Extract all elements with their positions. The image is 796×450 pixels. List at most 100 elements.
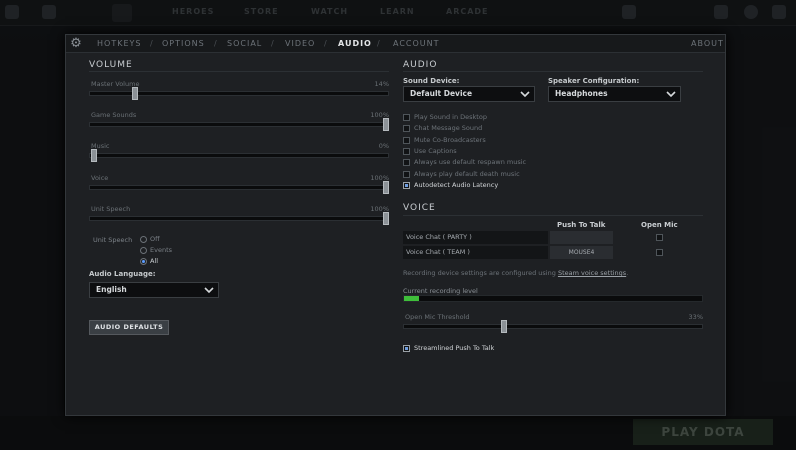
slider-value: 0% [378,142,389,150]
audio-option-label: Always use default respawn music [414,158,527,167]
volume-section-title: VOLUME [89,60,133,70]
tab-audio[interactable]: AUDIO [338,39,372,48]
volume-slider-track[interactable] [89,118,389,131]
audio-divider [403,71,703,72]
audio-section-title: AUDIO [403,60,438,70]
gear-icon[interactable]: ⚙ [69,37,83,51]
chevron-down-icon [204,287,214,294]
audio-option-label: Chat Message Sound [414,124,483,133]
tab-about[interactable]: ABOUT [691,39,724,48]
streamlined-push-to-talk-checkbox[interactable]: Streamlined Push To Talk [403,344,523,353]
sound-device-label: Sound Device: [403,77,460,85]
recording-note-end: . [626,269,629,277]
voice-section-title: VOICE [403,203,436,213]
tab-separator: / [214,39,217,48]
audio-language-dropdown[interactable]: English [89,282,219,298]
audio-option-checkbox[interactable]: Always use default respawn music [403,158,563,167]
checkbox-box [656,249,663,256]
checkbox-box [656,234,663,241]
audio-language-value: English [96,285,127,294]
recording-level-meter [403,295,703,302]
slider-value: 14% [374,80,389,88]
voice-chat-party-open-mic-checkbox[interactable] [656,233,665,242]
settings-tab-bar: ⚙ HOTKEYS / OPTIONS / SOCIAL / VIDEO / A… [66,35,725,53]
speaker-config-dropdown[interactable]: Headphones [548,86,681,102]
recording-settings-note: Recording device settings are configured… [403,269,628,277]
tab-separator: / [377,39,380,48]
tab-account[interactable]: ACCOUNT [393,39,440,48]
slider-label: Game Sounds [91,111,137,119]
volume-slider-track[interactable] [89,212,389,225]
radio-label-all: All [150,257,159,265]
audio-option-label: Mute Co-Broadcasters [414,135,486,144]
sound-device-dropdown[interactable]: Default Device [403,86,535,102]
radio-label-off: Off [150,235,160,243]
volume-slider-track[interactable] [89,87,389,100]
streamlined-push-to-talk-label: Streamlined Push To Talk [414,344,495,352]
checkbox-box [403,181,410,189]
slider-label: Unit Speech [91,205,131,213]
slider-thumb[interactable] [383,212,389,225]
audio-option-checkbox[interactable]: Chat Message Sound [403,124,563,133]
slider-thumb[interactable] [501,320,508,333]
checkbox-box [403,159,410,167]
radio-events[interactable] [140,247,147,254]
audio-option-label: Always play default death music [414,169,520,178]
volume-divider [89,71,389,72]
audio-option-label: Autodetect Audio Latency [414,180,499,189]
open-mic-threshold-slider[interactable] [403,320,703,333]
sound-device-value: Default Device [410,89,473,98]
checkbox-box [403,114,410,121]
speaker-config-label: Speaker Configuration: [548,77,640,85]
voice-divider [403,215,703,216]
voice-chat-team-label: Voice Chat ( TEAM ) [403,246,548,259]
audio-option-checkbox[interactable]: Autodetect Audio Latency [403,181,563,190]
speaker-config-value: Headphones [555,89,608,98]
open-mic-threshold-value: 33% [688,313,703,321]
audio-language-label: Audio Language: [89,270,156,278]
audio-option-checkbox[interactable]: Play Sound in Desktop [403,113,563,122]
slider-thumb[interactable] [383,118,389,131]
current-recording-level-label: Current recording level [403,287,478,295]
slider-label: Voice [91,174,109,182]
recording-note-text: Recording device settings are configured… [403,269,556,277]
checkbox-box [403,345,410,352]
voice-chat-party-keybind[interactable] [550,231,613,244]
slider-thumb[interactable] [91,149,97,162]
steam-voice-settings-link[interactable]: Steam voice settings [558,269,626,277]
tab-social[interactable]: SOCIAL [227,39,262,48]
checkbox-box [403,147,410,155]
tab-video[interactable]: VIDEO [285,39,315,48]
audio-option-checkbox[interactable]: Mute Co-Broadcasters [403,136,563,145]
audio-defaults-button[interactable]: AUDIO DEFAULTS [89,320,169,335]
radio-off[interactable] [140,236,147,243]
radio-label-events: Events [150,246,173,254]
volume-slider-track[interactable] [89,181,389,194]
tab-hotkeys[interactable]: HOTKEYS [97,39,141,48]
slider-thumb[interactable] [383,181,389,194]
tab-separator: / [271,39,274,48]
open-mic-column-header: Open Mic [641,221,678,229]
checkbox-box [403,136,410,144]
volume-slider-track[interactable] [89,149,389,162]
push-to-talk-column-header: Push To Talk [557,221,606,229]
tab-options[interactable]: OPTIONS [162,39,205,48]
audio-option-label: Use Captions [414,146,457,155]
checkbox-box [403,125,410,133]
open-mic-threshold-label: Open Mic Threshold [405,313,470,321]
tab-separator: / [324,39,327,48]
audio-option-label: Play Sound in Desktop [414,113,487,121]
audio-option-checkbox[interactable]: Use Captions [403,147,563,156]
checkbox-box [403,170,410,178]
unit-speech-radio-label: Unit Speech [93,236,133,244]
audio-option-checkbox[interactable]: Always play default death music [403,170,563,179]
voice-chat-party-label: Voice Chat ( PARTY ) [403,231,548,244]
radio-all[interactable] [140,258,147,265]
chevron-down-icon [520,91,530,98]
voice-chat-team-keybind[interactable]: MOUSE4 [550,246,613,259]
recording-level-fill [404,296,419,301]
slider-thumb[interactable] [131,87,138,100]
tab-separator: / [150,39,153,48]
chevron-down-icon [666,91,676,98]
voice-chat-team-open-mic-checkbox[interactable] [656,248,665,257]
